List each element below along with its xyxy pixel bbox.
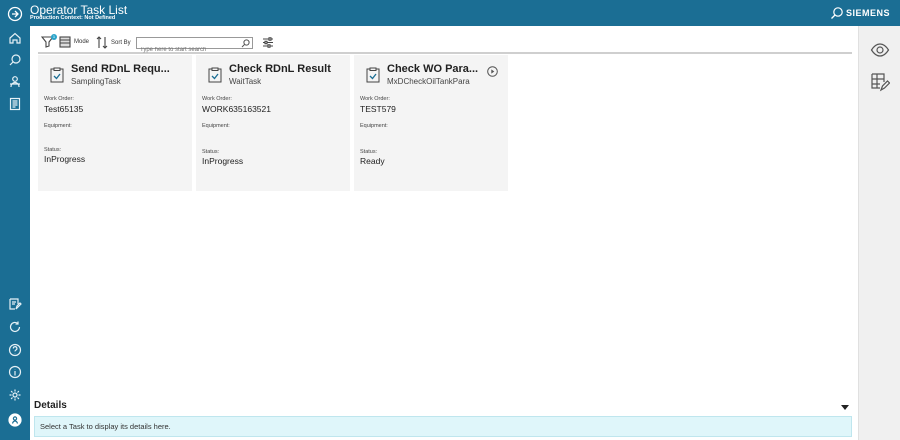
sortby-label: Sort By: [111, 39, 131, 46]
work-order-label: Work Order:: [360, 96, 390, 102]
home-icon[interactable]: [7, 30, 23, 46]
top-header: Operator Task List Production Context: N…: [0, 0, 900, 26]
info-icon[interactable]: [7, 364, 23, 380]
task-title: Send RDnL Requ...: [71, 63, 170, 75]
sort-icon: [96, 36, 108, 49]
work-order-label: Work Order:: [44, 96, 74, 102]
task-card[interactable]: Check RDnL Result WaitTask Work Order: W…: [196, 55, 350, 191]
filter-count-badge: 1: [51, 34, 57, 40]
play-icon[interactable]: [487, 66, 498, 77]
grid-edit-icon[interactable]: [870, 72, 891, 92]
clipboard-check-icon: [208, 67, 222, 83]
help-icon[interactable]: [7, 342, 23, 358]
details-message: Select a Task to display its details her…: [34, 416, 852, 437]
search-icon[interactable]: [241, 39, 250, 48]
task-title: Check RDnL Result: [229, 63, 331, 75]
filter-button[interactable]: 1: [41, 34, 57, 48]
work-order-label: Work Order:: [202, 96, 232, 102]
task-type: WaitTask: [229, 77, 262, 86]
equipment-label: Equipment:: [360, 123, 388, 129]
production-context: Production Context: Not Defined: [30, 15, 116, 21]
status-label: Status:: [202, 149, 220, 155]
task-type: MxDCheckOilTankPara: [387, 77, 470, 86]
caret-down-icon[interactable]: [841, 405, 849, 410]
task-search: [136, 37, 253, 55]
eye-icon[interactable]: [870, 40, 890, 60]
work-order-value: WORK635163521: [202, 104, 271, 114]
task-toolbar: 1 Mode Sort By: [38, 32, 852, 55]
status-label: Status:: [360, 149, 378, 155]
mode-label: Mode: [74, 39, 90, 45]
equipment-label: Equipment:: [44, 123, 72, 129]
clipboard-check-icon: [50, 67, 64, 83]
status-value: Ready: [360, 156, 385, 166]
task-title: Check WO Para...: [387, 63, 479, 75]
document-icon[interactable]: [7, 96, 23, 112]
mode-button[interactable]: Mode: [59, 36, 89, 48]
mode-grid-icon: [59, 36, 71, 48]
app-logo-icon[interactable]: [7, 6, 23, 22]
status-value: InProgress: [44, 154, 86, 164]
sortby-button[interactable]: Sort By: [96, 36, 131, 49]
settings-icon[interactable]: [7, 387, 23, 403]
adjust-settings-button[interactable]: [262, 37, 274, 48]
left-nav: [0, 26, 30, 440]
work-order-value: Test65135: [44, 104, 84, 114]
task-card[interactable]: Check WO Para... MxDCheckOilTankPara Wor…: [354, 55, 508, 191]
status-value: InProgress: [202, 156, 244, 166]
work-order-value: TEST579: [360, 104, 396, 114]
right-panel: [858, 26, 900, 440]
details-title: Details: [34, 400, 67, 411]
people-icon[interactable]: [7, 74, 23, 90]
task-type: SamplingTask: [71, 77, 121, 86]
user-icon[interactable]: [7, 412, 23, 428]
header-search-icon[interactable]: [830, 6, 844, 20]
brand-logo: SIEMENS: [845, 8, 890, 18]
equipment-label: Equipment:: [202, 123, 230, 129]
clipboard-check-icon: [366, 67, 380, 83]
report-edit-icon[interactable]: [7, 296, 23, 312]
status-label: Status:: [44, 147, 62, 153]
sliders-icon: [263, 37, 273, 48]
task-search-input[interactable]: [137, 45, 237, 55]
task-card[interactable]: Send RDnL Requ... SamplingTask Work Orde…: [38, 55, 192, 191]
search-icon[interactable]: [7, 52, 23, 68]
refresh-icon[interactable]: [7, 319, 23, 335]
